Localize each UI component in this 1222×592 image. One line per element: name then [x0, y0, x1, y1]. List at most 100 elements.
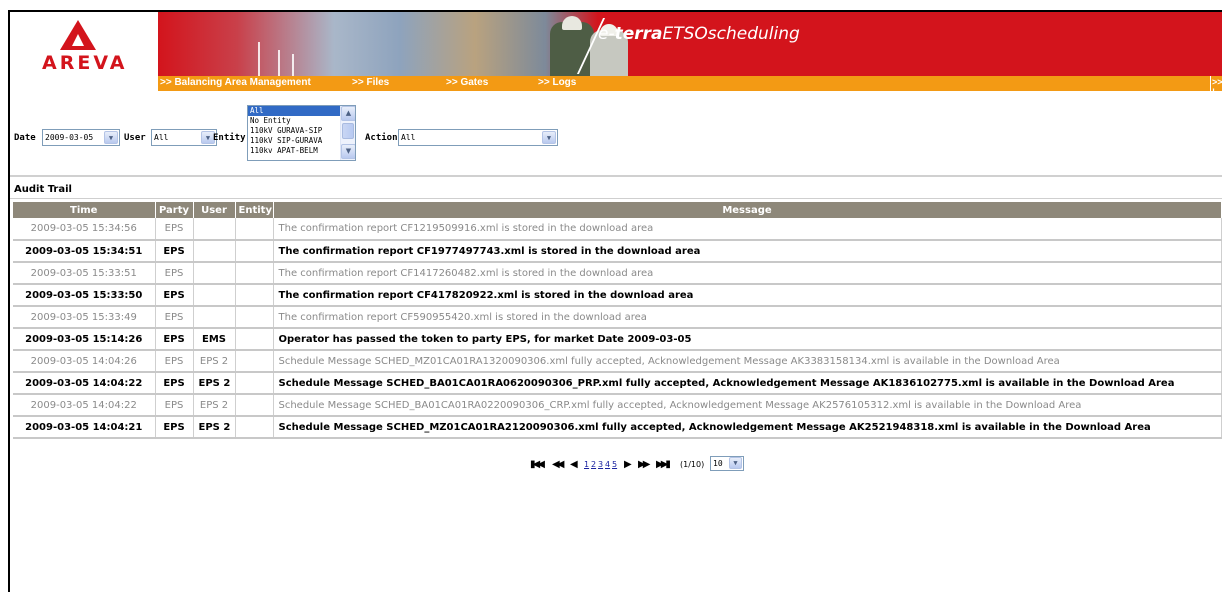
nav-balancing-area-management[interactable]: >> Balancing Area Management — [160, 77, 311, 88]
next-page-icon[interactable]: ▶ — [624, 459, 632, 470]
cell-party: EPS — [155, 306, 194, 329]
nav-overflow[interactable]: >> ! — [1210, 76, 1222, 97]
entity-listbox[interactable]: All No Entity 110kV GURAVA-SIP 110kV SIP… — [247, 105, 356, 161]
entity-option[interactable]: No Entity — [248, 116, 340, 126]
cell-user — [193, 262, 236, 285]
cell-user: EPS 2 — [193, 372, 236, 395]
nav-logs[interactable]: >> Logs — [538, 77, 576, 88]
cell-time: 2009-03-05 14:04:26 — [13, 350, 156, 373]
wind-turbine-icon — [292, 54, 294, 76]
cell-message: Schedule Message SCHED_BA01CA01RA0220090… — [273, 394, 1222, 417]
cell-time: 2009-03-05 15:34:56 — [13, 218, 156, 241]
entity-label: Entity — [213, 133, 246, 143]
date-label: Date — [14, 133, 36, 143]
cell-party: EPS — [155, 240, 194, 263]
table-row[interactable]: 2009-03-05 14:04:22 EPS EPS 2 Schedule Mess… — [13, 394, 1222, 417]
cell-user: EPS 2 — [193, 416, 236, 439]
table-row[interactable]: 2009-03-05 15:14:26 EPS EMS Operator has pa… — [13, 328, 1222, 351]
cell-message: Operator has passed the token to party E… — [273, 328, 1222, 351]
cell-entity — [235, 218, 274, 241]
column-header-party[interactable]: Party — [155, 202, 194, 218]
wind-turbine-icon — [278, 50, 280, 76]
cell-entity — [235, 284, 274, 307]
table-header-row: Time Party User Entity Message — [13, 202, 1222, 218]
action-label: Action — [365, 133, 398, 143]
chevron-down-icon: ▼ — [729, 457, 742, 469]
header-photo — [158, 12, 628, 76]
table-row[interactable]: 2009-03-05 15:33:50 EPS The confirmation r… — [13, 284, 1222, 307]
product-title: e-terraETSOscheduling — [598, 24, 800, 44]
page-link-5[interactable]: 5 — [612, 460, 617, 469]
cell-entity — [235, 372, 274, 395]
next-block-icon[interactable]: ▶▶ — [638, 459, 651, 470]
previous-block-icon[interactable]: ◀◀ — [552, 459, 565, 470]
entity-option[interactable]: 110kv APAT-BELM — [248, 146, 340, 156]
cell-time: 2009-03-05 15:33:50 — [13, 284, 156, 307]
table-row[interactable]: 2009-03-05 15:34:56 EPS The confirmation r… — [13, 218, 1222, 241]
page-size-select[interactable]: 10 ▼ — [710, 456, 744, 471]
column-header-message[interactable]: Message — [273, 202, 1222, 218]
table-row[interactable]: 2009-03-05 14:04:21 EPS EPS 2 Schedule Mess… — [13, 416, 1222, 439]
nav-gates[interactable]: >> Gates — [446, 77, 488, 88]
table-row[interactable]: 2009-03-05 14:04:26 EPS EPS 2 Schedule Mess… — [13, 350, 1222, 373]
cell-party: EPS — [155, 262, 194, 285]
logo-text: AREVA — [42, 52, 128, 74]
areva-a-icon — [60, 20, 96, 50]
user-value: All — [154, 133, 169, 142]
date-select[interactable]: 2009-03-05 ▼ — [42, 129, 120, 146]
cell-party: EPS — [155, 416, 194, 439]
table-row[interactable]: 2009-03-05 14:04:22 EPS EPS 2 Schedule Mess… — [13, 372, 1222, 395]
cell-entity — [235, 240, 274, 263]
cell-entity — [235, 328, 274, 351]
cell-entity — [235, 306, 274, 329]
audit-table: Time Party User Entity Message 2009-03-0… — [13, 202, 1222, 439]
filter-bar: Date 2009-03-05 ▼ User All ▼ Entity All … — [10, 91, 1222, 177]
chevron-down-icon: ▼ — [542, 131, 556, 144]
table-row[interactable]: 2009-03-05 15:33:49 EPS The confirmation r… — [13, 306, 1222, 329]
page-status: (1/10) — [680, 460, 705, 469]
table-row[interactable]: 2009-03-05 15:34:51 EPS The confirmation r… — [13, 240, 1222, 263]
table-row[interactable]: 2009-03-05 15:33:51 EPS The confirmation r… — [13, 262, 1222, 285]
page-link-1[interactable]: 1 — [584, 460, 589, 469]
cell-entity — [235, 416, 274, 439]
cell-user — [193, 240, 236, 263]
areva-logo: AREVA — [10, 12, 158, 76]
cell-time: 2009-03-05 15:34:51 — [13, 240, 156, 263]
cell-party: EPS — [155, 218, 194, 241]
last-page-icon[interactable]: ▶▶▮ — [656, 459, 671, 470]
action-select[interactable]: All ▼ — [398, 129, 558, 146]
page-size-value: 10 — [713, 459, 723, 468]
wind-turbine-icon — [258, 42, 260, 76]
audit-trail-title: Audit Trail — [10, 182, 1222, 199]
cell-entity — [235, 350, 274, 373]
entity-scrollbar[interactable]: ▲ ▼ — [340, 106, 355, 160]
cell-user: EMS — [193, 328, 236, 351]
cell-message: The confirmation report CF417820922.xml … — [273, 284, 1222, 307]
entity-option[interactable]: All — [248, 106, 340, 116]
cell-message: The confirmation report CF1219509916.xml… — [273, 218, 1222, 241]
entity-option[interactable]: 110kV GURAVA-SIP — [248, 126, 340, 136]
header-banner: AREVA e-terraETSOscheduling — [10, 12, 1222, 76]
column-header-entity[interactable]: Entity — [235, 202, 274, 218]
scroll-thumb[interactable] — [342, 123, 354, 139]
previous-page-icon[interactable]: ◀ — [570, 459, 578, 470]
cell-party: EPS — [155, 350, 194, 373]
cell-user: EPS 2 — [193, 350, 236, 373]
page-link-4[interactable]: 4 — [605, 460, 610, 469]
first-page-icon[interactable]: ▮◀◀ — [530, 459, 545, 470]
nav-files[interactable]: >> Files — [352, 77, 389, 88]
column-header-time[interactable]: Time — [13, 202, 156, 218]
entity-option[interactable]: 110kV SIP-GURAVA — [248, 136, 340, 146]
cell-party: EPS — [155, 284, 194, 307]
action-value: All — [401, 133, 416, 142]
scroll-up-icon[interactable]: ▲ — [341, 106, 355, 121]
column-header-user[interactable]: User — [193, 202, 236, 218]
page-link-3[interactable]: 3 — [598, 460, 603, 469]
scroll-down-icon[interactable]: ▼ — [341, 144, 355, 159]
user-select[interactable]: All ▼ — [151, 129, 217, 146]
cell-time: 2009-03-05 15:33:49 — [13, 306, 156, 329]
cell-message: Schedule Message SCHED_MZ01CA01RA1320090… — [273, 350, 1222, 373]
page-link-2[interactable]: 2 — [591, 460, 596, 469]
main-nav: >> Balancing Area Management >> Files >>… — [158, 76, 1222, 97]
user-label: User — [124, 133, 146, 143]
